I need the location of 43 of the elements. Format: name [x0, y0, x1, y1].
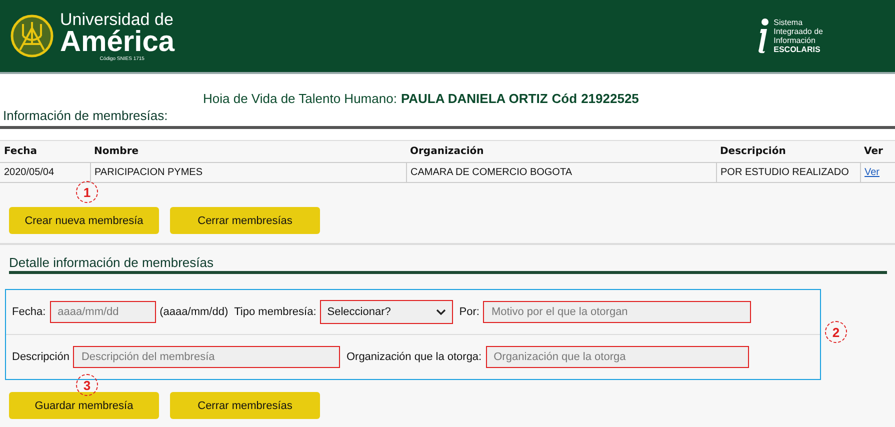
- table-cell: 2020/05/04: [0, 162, 90, 182]
- callout-number: 3: [76, 374, 98, 396]
- format-hint: (aaaa/mm/dd): [160, 306, 228, 318]
- table-cell: POR ESTUDIO REALIZADO: [716, 162, 860, 182]
- person-name: PAULA DANIELA ORTIZ: [400, 91, 548, 106]
- chevron-down-icon: [436, 308, 446, 316]
- column-header: Descripción: [716, 140, 860, 162]
- action-button[interactable]: Crear nueva membresía: [9, 207, 159, 234]
- column-header: Organización: [406, 140, 716, 162]
- select-field[interactable]: Seleccionar?: [320, 300, 454, 324]
- input-field[interactable]: Motivo por el que la otorgan: [483, 301, 752, 323]
- view-link[interactable]: Ver: [864, 167, 880, 178]
- person-code: 21922525: [581, 91, 639, 106]
- action-button[interactable]: Cerrar membresías: [170, 392, 320, 419]
- callout-number: 1: [76, 181, 98, 203]
- code-label: Cód: [552, 91, 578, 106]
- info-icon: [756, 18, 770, 54]
- system-text: Información: [774, 36, 816, 46]
- field-label: Fecha:: [12, 306, 46, 318]
- system-text: Integraado de: [774, 26, 823, 36]
- detail-heading: Detalle información de membresías: [9, 255, 887, 274]
- column-header: Nombre: [90, 140, 406, 162]
- column-header: Fecha: [0, 140, 90, 162]
- field-label: Descripción: [12, 351, 70, 363]
- field-label: Organización que la otorga:: [346, 351, 482, 363]
- logo-text: América: [60, 28, 174, 56]
- input-field[interactable]: aaaa/mm/dd: [50, 301, 156, 323]
- action-button[interactable]: Cerrar membresías: [170, 207, 320, 234]
- field-label: Por:: [459, 306, 480, 318]
- callout-number: 2: [825, 321, 847, 343]
- system-text: Sistema: [774, 18, 804, 27]
- section-heading: Información de membresías:: [0, 106, 895, 129]
- column-header: Ver: [860, 140, 895, 162]
- page-title: Hoia de Vida de Talento Humano:: [203, 91, 397, 106]
- system-name: ESCOLARIS: [774, 45, 822, 54]
- input-field[interactable]: Organización que la otorga: [486, 346, 749, 368]
- emblem-logo-icon: [10, 14, 54, 58]
- action-button[interactable]: Guardar membresía: [9, 392, 159, 419]
- table-cell: PARICIPACION PYMES: [90, 162, 406, 182]
- field-label: Tipo membresía:: [234, 306, 316, 318]
- logo-text: Universidad de: [60, 10, 174, 28]
- table-cell: CAMARA DE COMERCIO BOGOTA: [406, 162, 716, 182]
- input-field[interactable]: Descripción del membresía: [73, 346, 340, 368]
